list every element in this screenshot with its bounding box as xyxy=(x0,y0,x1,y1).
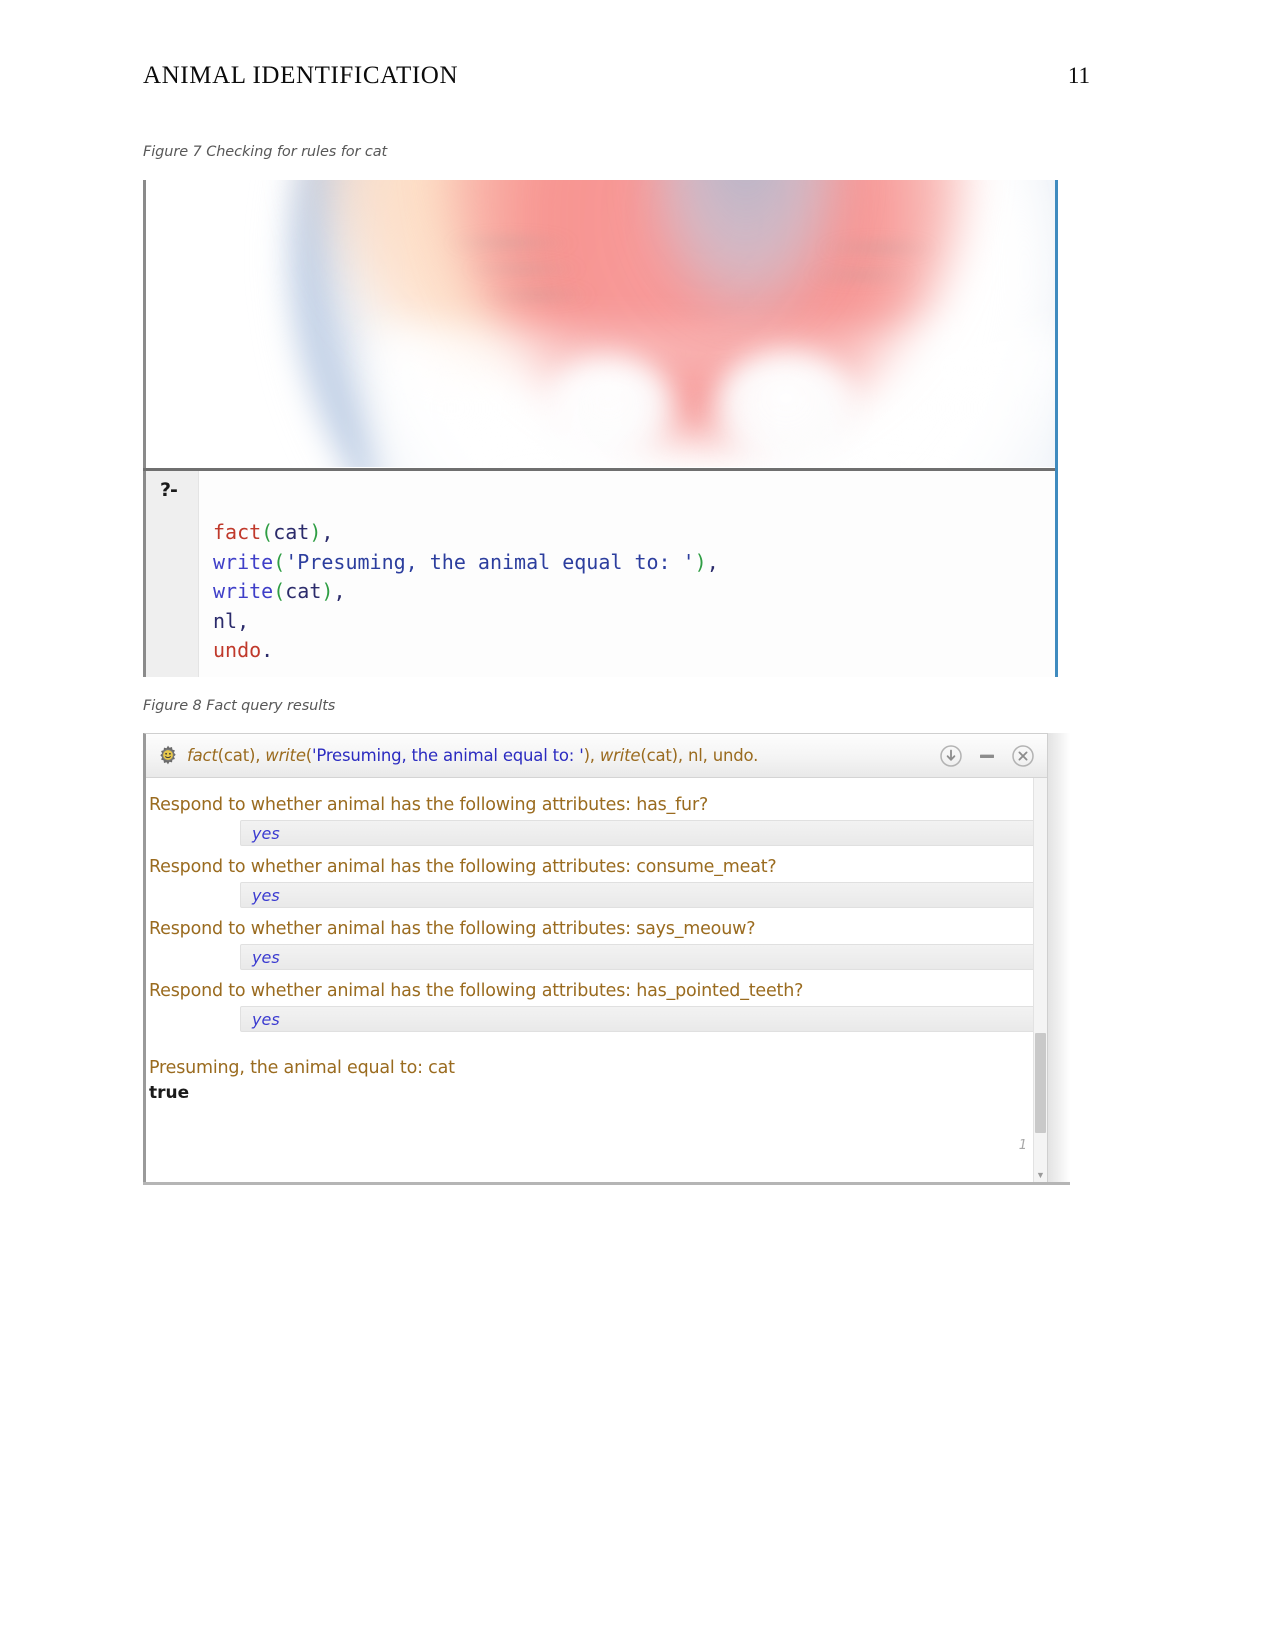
qa-answer-value: yes xyxy=(252,1009,280,1029)
qa-item: Respond to whether animal has the follow… xyxy=(146,784,1047,846)
qa-answer-field[interactable]: yes xyxy=(240,1006,1045,1032)
title-segment: fact xyxy=(187,746,218,765)
photo-blur-whisker xyxy=(818,240,938,256)
photo-blur-fade xyxy=(376,330,1058,467)
dialog-body: Respond to whether animal has the follow… xyxy=(146,778,1047,1182)
prolog-query-dialog: fact(cat), write('Presuming, the animal … xyxy=(143,733,1048,1183)
dialog-window-controls xyxy=(939,744,1039,768)
photo-blur-whisker xyxy=(806,268,918,282)
qa-answer-field[interactable]: yes xyxy=(240,820,1045,846)
qa-question: Respond to whether animal has the follow… xyxy=(149,795,709,815)
code-token-punct: , xyxy=(333,579,346,603)
figure-7-right-border xyxy=(1055,180,1058,468)
qa-answer-field[interactable]: yes xyxy=(240,944,1045,970)
title-segment: write xyxy=(599,746,641,765)
code-token-paren: ( xyxy=(273,579,286,603)
qa-question: Respond to whether animal has the follow… xyxy=(149,919,756,939)
prolog-prompt: ?- xyxy=(160,479,178,501)
photo-blur-whisker xyxy=(482,288,594,302)
title-segment: 'Presuming, the animal equal to: ' xyxy=(312,746,584,765)
figure-8-caption: Figure 8 Fact query results xyxy=(143,698,336,714)
title-segment: (cat), nl, undo. xyxy=(640,746,759,765)
title-segment: ), xyxy=(583,746,600,765)
code-token-function: write xyxy=(213,579,274,603)
code-token-paren: ) xyxy=(321,579,334,603)
photo-blur-whisker xyxy=(464,262,584,276)
minimize-icon[interactable] xyxy=(975,744,999,768)
code-token-function: write xyxy=(213,549,274,574)
code-token-paren: ) xyxy=(309,520,322,544)
photo-blur-whisker xyxy=(446,235,576,251)
code-token-punct: , xyxy=(237,608,250,633)
code-token-punct: , xyxy=(321,520,334,544)
figure-7-right-accent xyxy=(1055,468,1058,677)
title-segment: write xyxy=(265,746,306,765)
line-number-indicator: 1 xyxy=(1018,1138,1027,1153)
dialog-title-bar[interactable]: fact(cat), write('Presuming, the animal … xyxy=(146,734,1047,778)
figure-7-caption: Figure 7 Checking for rules for cat xyxy=(143,144,388,160)
query-conclusion: Presuming, the animal equal to: cat xyxy=(149,1058,455,1078)
qa-question: Respond to whether animal has the follow… xyxy=(149,857,777,877)
query-verdict: true xyxy=(149,1083,190,1103)
code-token-atom: nl xyxy=(213,608,238,633)
prolog-console-panel: ?- fact(cat), write('Presuming, the anim… xyxy=(143,468,1058,677)
running-header: ANIMAL IDENTIFICATION 11 xyxy=(143,62,1090,90)
code-token-predicate: fact xyxy=(213,520,262,544)
figure-7-image: ?- fact(cat), write('Presuming, the anim… xyxy=(143,180,1068,677)
code-token-paren: ( xyxy=(273,549,286,574)
figure-7-right-fill xyxy=(1058,468,1068,677)
code-token-punct: , xyxy=(706,549,719,574)
code-token-paren: ( xyxy=(261,520,274,544)
figure-7-photo-region xyxy=(146,180,1058,467)
download-icon[interactable] xyxy=(939,744,963,768)
code-token-atom: cat xyxy=(273,520,310,544)
page-number: 11 xyxy=(1067,63,1090,88)
qa-answer-field[interactable]: yes xyxy=(240,882,1045,908)
figure-8-edge-shadow xyxy=(1048,733,1070,1183)
dialog-scrollbar[interactable]: ▼ xyxy=(1033,778,1047,1182)
qa-item: Respond to whether animal has the follow… xyxy=(146,846,1047,908)
scroll-down-arrow[interactable]: ▼ xyxy=(1034,1171,1047,1180)
code-token-predicate: undo xyxy=(213,638,262,662)
qa-answer-value: yes xyxy=(252,885,280,905)
figure-8-image: fact(cat), write('Presuming, the animal … xyxy=(143,733,1070,1185)
qa-item: Respond to whether animal has the follow… xyxy=(146,908,1047,970)
document-page: ANIMAL IDENTIFICATION 11 Figure 7 Checki… xyxy=(0,0,1275,1650)
qa-answer-value: yes xyxy=(252,947,280,967)
scrollbar-thumb[interactable] xyxy=(1035,1033,1046,1133)
figure-7-left-border xyxy=(143,180,146,468)
code-token-atom: cat xyxy=(285,579,322,603)
close-icon[interactable] xyxy=(1011,744,1035,768)
code-token-punct: . xyxy=(261,638,274,662)
dialog-query-title: fact(cat), write('Presuming, the animal … xyxy=(187,746,939,765)
gear-icon xyxy=(160,745,176,764)
qa-item: Respond to whether animal has the follow… xyxy=(146,970,1047,1032)
console-gutter-rule xyxy=(143,471,146,677)
page-title: ANIMAL IDENTIFICATION xyxy=(143,62,459,89)
figure-8-bottom-border xyxy=(143,1182,1070,1185)
console-gutter: ?- xyxy=(143,471,199,677)
qa-question: Respond to whether animal has the follow… xyxy=(149,981,804,1001)
qa-answer-value: yes xyxy=(252,823,280,843)
code-token-paren: ) xyxy=(694,549,707,574)
prolog-code-block[interactable]: fact(cat), write('Presuming, the animal … xyxy=(199,471,1058,677)
title-segment: (cat), xyxy=(217,746,266,765)
code-token-string: 'Presuming, the animal equal to: ' xyxy=(285,549,695,574)
